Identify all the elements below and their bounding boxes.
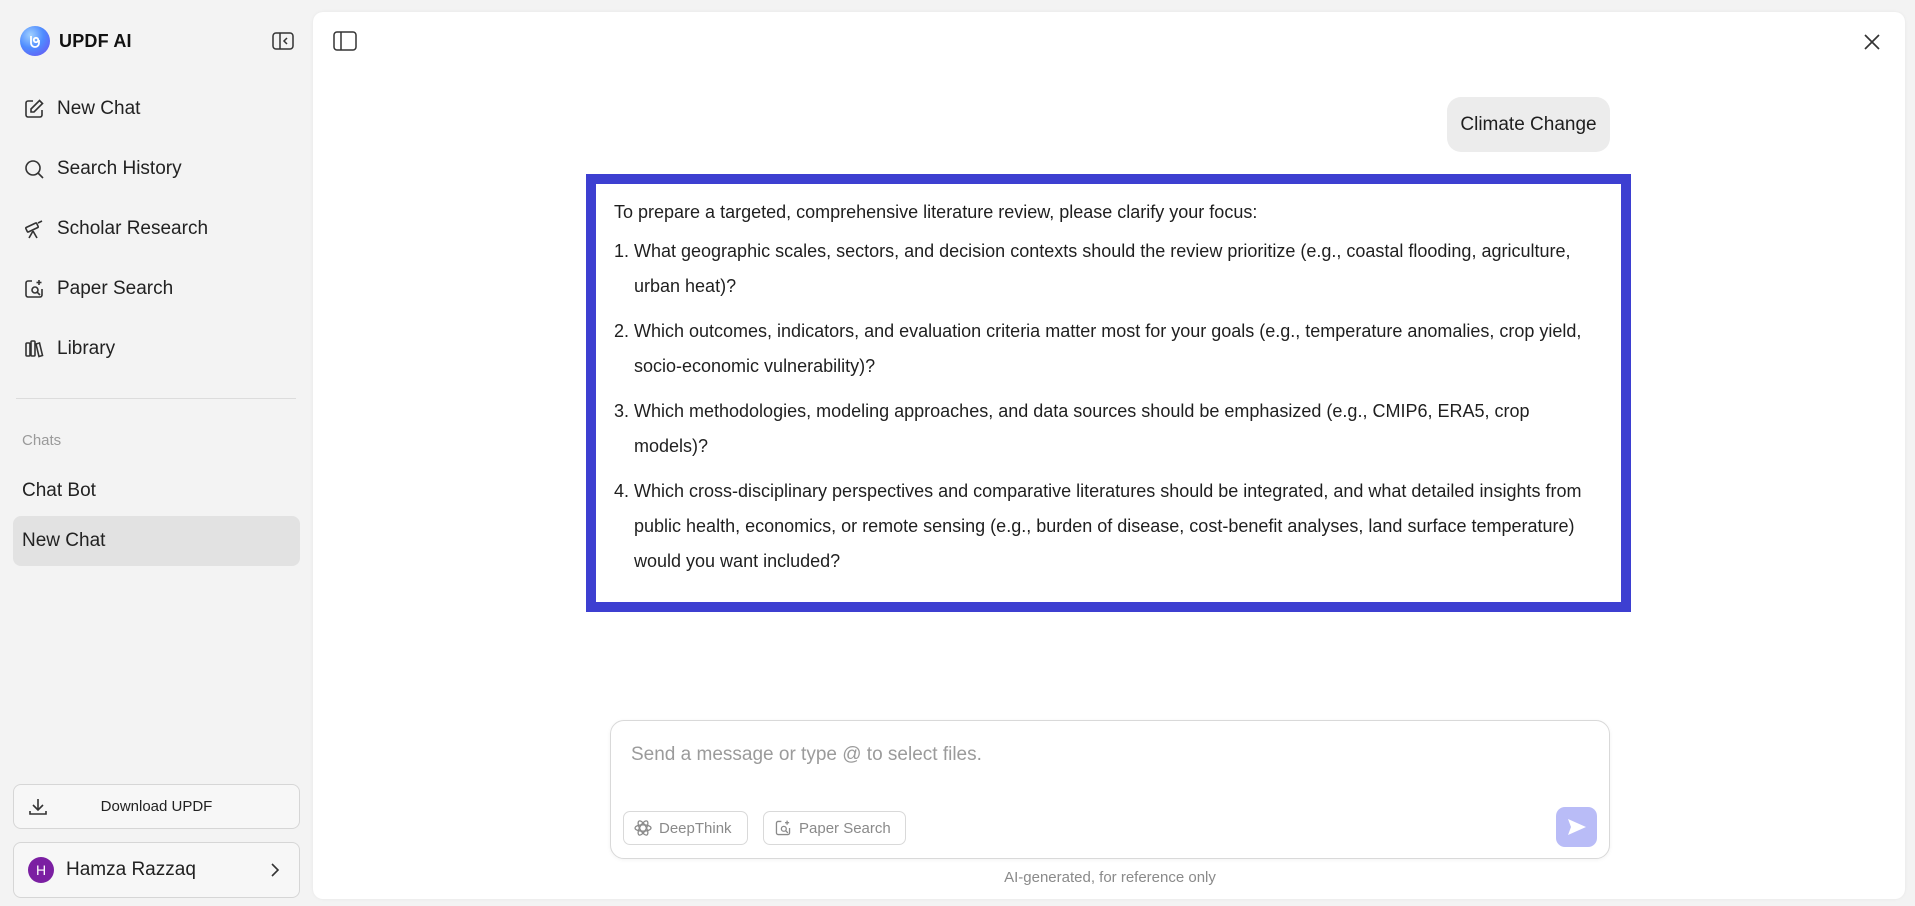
paper-search-toggle[interactable]: Paper Search <box>763 811 906 845</box>
message-composer: DeepThink Paper Search <box>610 720 1610 859</box>
list-item-text: Which cross-disciplinary perspectives an… <box>634 481 1582 571</box>
user-message-bubble: Climate Change <box>1447 97 1610 152</box>
list-item-number: 4. <box>614 481 630 501</box>
sidebar-item-paper-search[interactable]: Paper Search <box>13 264 300 314</box>
sidebar-divider <box>16 398 296 399</box>
download-label: Download UPDF <box>100 798 213 815</box>
list-item-number: 3. <box>614 401 630 421</box>
chat-item-new-chat[interactable]: New Chat <box>13 516 300 566</box>
brand-name: UPDF AI <box>59 30 132 51</box>
send-icon <box>1567 819 1586 835</box>
sidebar-item-label: Paper Search <box>57 278 174 299</box>
ai-disclaimer: AI-generated, for reference only <box>1004 869 1216 886</box>
sidebar-collapse-icon <box>272 32 294 50</box>
edit-icon <box>25 99 44 118</box>
user-profile-button[interactable]: H Hamza Razzaq <box>13 842 300 898</box>
document-search-icon <box>775 820 791 836</box>
list-item-text: Which outcomes, indicators, and evaluati… <box>634 321 1582 376</box>
sidebar-item-label: Scholar Research <box>57 218 209 239</box>
avatar: H <box>28 857 54 883</box>
paper-search-label: Paper Search <box>799 819 891 837</box>
list-item-text: What geographic scales, sectors, and dec… <box>634 241 1571 296</box>
chat-item-chat-bot[interactable]: Chat Bot <box>13 466 300 516</box>
search-icon <box>25 160 44 179</box>
list-item: 3. Which methodologies, modeling approac… <box>614 394 1607 464</box>
library-icon <box>25 340 44 358</box>
updf-logo-icon <box>20 26 50 56</box>
sidebar-item-library[interactable]: Library <box>13 324 300 374</box>
atom-icon <box>634 820 652 836</box>
download-updf-button[interactable]: Download UPDF <box>13 784 300 829</box>
chevron-right-icon <box>271 863 280 877</box>
sidebar-item-label: Search History <box>57 158 182 179</box>
list-item-number: 2. <box>614 321 630 341</box>
panel-toggle-icon <box>333 31 357 51</box>
deepthink-toggle[interactable]: DeepThink <box>623 811 748 845</box>
deepthink-label: DeepThink <box>659 819 732 837</box>
sidebar-item-label: Library <box>57 338 116 359</box>
sidebar-item-scholar-research[interactable]: Scholar Research <box>13 204 300 254</box>
document-search-icon <box>25 280 43 298</box>
close-button[interactable] <box>1861 31 1885 55</box>
toggle-panel-button[interactable] <box>333 31 359 53</box>
list-item-text: Which methodologies, modeling approaches… <box>634 401 1530 456</box>
user-name: Hamza Razzaq <box>66 859 196 880</box>
main-panel: Climate Change To prepare a targeted, co… <box>313 12 1905 899</box>
list-item: 4. Which cross-disciplinary perspectives… <box>614 474 1607 579</box>
sidebar-item-label: New Chat <box>57 98 141 119</box>
response-list: 1. What geographic scales, sectors, and … <box>614 234 1607 579</box>
sidebar-item-new-chat[interactable]: New Chat <box>13 84 300 134</box>
collapse-sidebar-button[interactable] <box>270 30 296 52</box>
send-button[interactable] <box>1556 807 1597 847</box>
sidebar: UPDF AI New Chat Search History Scholar … <box>0 0 313 906</box>
close-icon <box>1864 34 1880 50</box>
chats-section-label: Chats <box>22 432 62 449</box>
sidebar-nav: New Chat Search History Scholar Research <box>13 84 300 384</box>
download-icon <box>29 799 47 815</box>
list-item-number: 1. <box>614 241 630 261</box>
list-item: 1. What geographic scales, sectors, and … <box>614 234 1607 304</box>
message-input[interactable] <box>631 741 1531 769</box>
assistant-response: To prepare a targeted, comprehensive lit… <box>586 174 1631 612</box>
list-item: 2. Which outcomes, indicators, and evalu… <box>614 314 1607 384</box>
telescope-icon <box>25 220 43 239</box>
chat-list: Chat Bot New Chat <box>13 466 300 566</box>
response-intro: To prepare a targeted, comprehensive lit… <box>614 202 1258 222</box>
sidebar-item-search-history[interactable]: Search History <box>13 144 300 194</box>
brand[interactable]: UPDF AI <box>20 26 132 56</box>
